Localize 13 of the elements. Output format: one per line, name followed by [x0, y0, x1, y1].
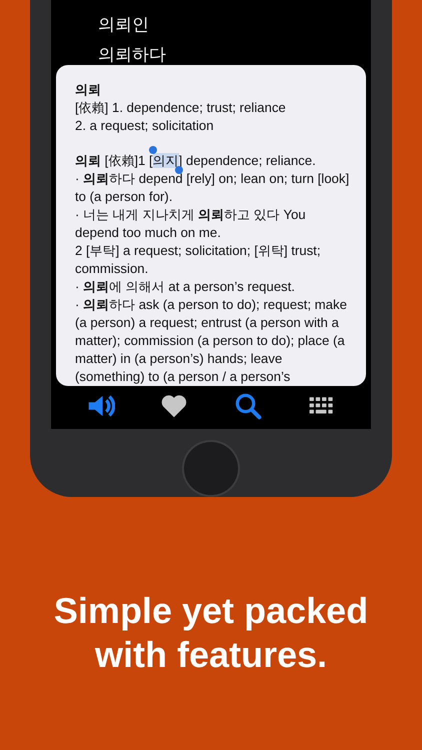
word-list-item[interactable]: 의뢰하다 — [98, 44, 371, 65]
definition-text: 2. a request; solicitation — [75, 117, 215, 135]
definition-text: [依賴] 1. dependence; trust; reliance — [75, 99, 287, 117]
definition-text: 2 [부탁] a request; solicitation; [위탁] trust; commission. — [75, 242, 322, 278]
word-list-item[interactable]: 의뢰인 — [98, 14, 371, 35]
definition-text: · 의뢰에 의해서 at a person’s request. — [75, 278, 296, 296]
selection-handle[interactable] — [148, 146, 157, 154]
definition-text: · 의뢰하다 depend [rely] on; lean on; turn [look] to (a person for). — [75, 170, 350, 206]
selection-handle[interactable] — [174, 166, 183, 174]
definition-text: · 의뢰하다 ask (a person to do); request; make (a person) a request; entrust (a person with a matter); commission (a person to do); place (a matter) in (a person’s) hands; leave (something) to (a person / a person’s — [75, 296, 348, 386]
definition-text: · 너는 내게 지나치게 의뢰하고 있다 You depend too much on me. — [75, 206, 307, 242]
headword: 의뢰 — [75, 81, 102, 99]
caption-text: Simple yet packed with features. — [52, 589, 370, 677]
